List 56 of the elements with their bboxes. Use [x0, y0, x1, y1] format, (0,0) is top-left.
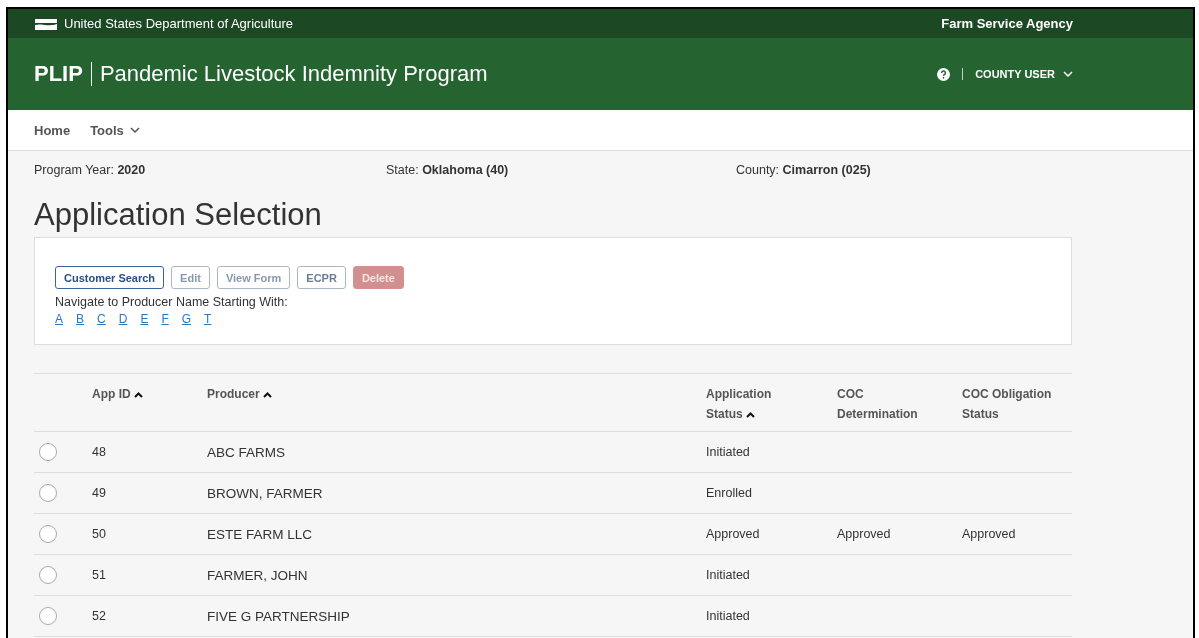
sort-caret-icon[interactable]	[745, 412, 755, 418]
table-cell: 52	[92, 609, 106, 623]
program-title: Pandemic Livestock Indemnity Program	[99, 61, 488, 87]
program-acronym: PLIP	[34, 61, 83, 87]
column-header[interactable]: COC Determination	[837, 384, 942, 424]
chevron-down-icon	[1063, 70, 1073, 78]
agency-subname: Farm Service Agency	[941, 16, 1073, 31]
info-field: County: Cimarron (025)	[736, 163, 871, 177]
table-cell: 48	[92, 445, 106, 459]
table-cell: Initiated	[706, 445, 750, 459]
row-radio[interactable]	[39, 525, 57, 543]
letter-link[interactable]: T	[204, 312, 212, 326]
sort-caret-icon[interactable]	[133, 392, 143, 398]
action-button[interactable]: Customer Search	[55, 266, 165, 289]
letter-link[interactable]: F	[161, 312, 169, 326]
nav-item[interactable]: Tools	[90, 122, 140, 138]
row-radio[interactable]	[39, 607, 57, 625]
row-radio[interactable]	[39, 443, 57, 461]
column-header[interactable]: App ID	[92, 384, 143, 404]
table-cell: Approved	[706, 527, 760, 541]
table-cell: ABC FARMS	[207, 444, 285, 460]
info-field: State: Oklahoma (40)	[386, 163, 509, 177]
user-menu[interactable]: COUNTY USER	[975, 68, 1073, 80]
nav-item[interactable]: Home	[34, 122, 71, 138]
table-cell: Initiated	[706, 609, 750, 623]
letter-link[interactable]: E	[140, 312, 149, 326]
action-button[interactable]: ECPR	[297, 266, 346, 289]
table-cell: FIVE G PARTNERSHIP	[207, 608, 350, 624]
row-radio[interactable]	[39, 484, 57, 502]
letter-link[interactable]: A	[55, 312, 63, 326]
table-cell: BROWN, FARMER	[207, 485, 323, 501]
table-cell: 49	[92, 486, 106, 500]
table-cell: 51	[92, 568, 106, 582]
navigate-label: Navigate to Producer Name Starting With:	[55, 295, 289, 309]
letter-link[interactable]: G	[181, 312, 192, 326]
help-icon[interactable]	[937, 67, 951, 81]
table-cell: FARMER, JOHN	[207, 567, 308, 583]
table-cell: ESTE FARM LLC	[207, 526, 313, 542]
flag-logo-icon	[34, 16, 58, 31]
page-title: Application Selection	[34, 197, 323, 233]
sort-caret-icon[interactable]	[262, 392, 272, 398]
info-field: Program Year: 2020	[34, 163, 146, 177]
letter-link[interactable]: D	[118, 312, 128, 326]
letter-link[interactable]: B	[76, 312, 85, 326]
column-header[interactable]: Producer	[207, 384, 272, 404]
letter-link[interactable]: C	[97, 312, 106, 326]
agency-name: United States Department of Agriculture	[64, 16, 294, 31]
chevron-down-icon	[129, 126, 140, 134]
table-cell: Approved	[837, 527, 891, 541]
table-cell: Initiated	[706, 568, 750, 582]
column-header[interactable]: COC Obligation Status	[962, 384, 1067, 424]
column-header[interactable]: Application Status	[706, 384, 811, 424]
table-cell: Approved	[962, 527, 1016, 541]
table-cell: 50	[92, 527, 106, 541]
row-radio[interactable]	[39, 566, 57, 584]
table-cell: Enrolled	[706, 486, 752, 500]
